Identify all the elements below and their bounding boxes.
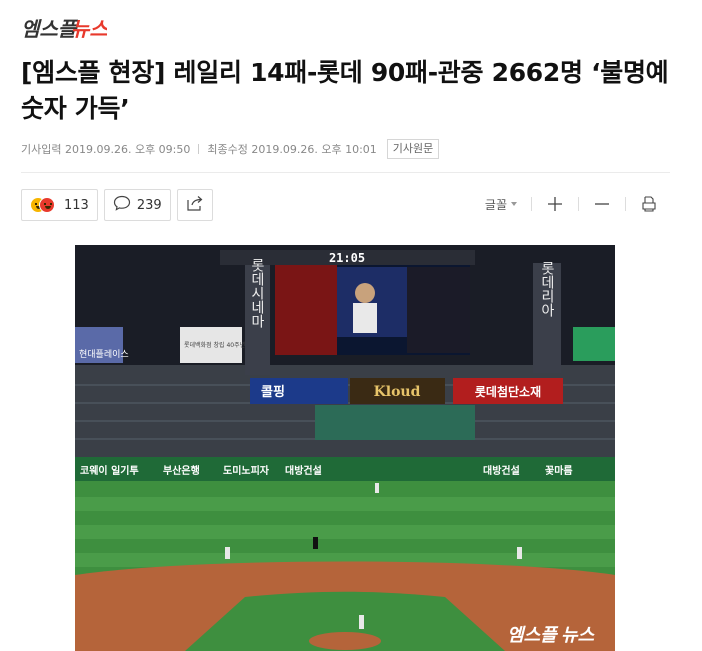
share-icon xyxy=(186,194,204,216)
comment-icon xyxy=(113,195,131,215)
plus-icon xyxy=(548,197,562,211)
ad-kolping: 콜핑 xyxy=(261,384,285,400)
chevron-down-icon xyxy=(511,202,517,206)
published-date: 기사입력 2019.09.26. 오후 09:50 xyxy=(21,143,191,156)
watermark-left: 엠스플 xyxy=(507,625,559,646)
ad-lotte-materials: 롯데첨단소재 xyxy=(475,384,541,399)
share-button[interactable] xyxy=(176,189,213,221)
print-icon xyxy=(642,196,656,212)
fence-ad-3: 도미노피자 xyxy=(223,464,270,477)
font-increase-button[interactable] xyxy=(546,195,564,213)
fence-ad-6: 꽃마름 xyxy=(545,464,573,477)
logo-text-right: 뉴스 xyxy=(71,17,107,41)
fence-ad-5: 대방건설 xyxy=(483,464,520,477)
font-decrease-button[interactable] xyxy=(593,195,611,213)
stadium-photo: 21:05 롯데시네마 롯데리아 콜핑 Kloud 롯데첨단소재 현대플레이스 … xyxy=(75,245,615,651)
right-vertical-sign: 롯데리아 xyxy=(539,261,555,317)
fence-ad-4: 대방건설 xyxy=(285,464,322,477)
minus-icon xyxy=(595,203,609,205)
reaction-count: 113 xyxy=(64,197,89,213)
font-setting-button[interactable]: 글꼴 xyxy=(485,196,517,213)
left-vertical-sign: 롯데시네마 xyxy=(249,258,265,328)
left-billboard-name: 현대플레이스 xyxy=(79,349,129,360)
reaction-button[interactable]: 113 xyxy=(21,189,98,221)
article-title: [엠스플 현장] 레일리 14패-롯데 90패-관중 2662명 ‘불명예 숫자… xyxy=(21,58,669,123)
meta-divider xyxy=(198,144,200,154)
comment-count: 239 xyxy=(136,197,162,213)
fence-ad-1: 코웨이 일기투 xyxy=(80,464,139,477)
site-logo[interactable]: 엠스플 뉴스 xyxy=(21,14,107,42)
article-meta: 기사입력 2019.09.26. 오후 09:50 최종수정 2019.09.2… xyxy=(21,139,440,159)
print-button[interactable] xyxy=(640,195,658,213)
article-tools: 글꼴 xyxy=(485,195,658,213)
header-divider xyxy=(21,172,670,173)
reaction-toolbar: 113 239 xyxy=(21,189,213,221)
article-photo: 21:05 롯데시네마 롯데리아 콜핑 Kloud 롯데첨단소재 현대플레이스 … xyxy=(75,245,615,651)
fence-ad-2: 부산은행 xyxy=(163,464,200,477)
emoji-reactions-icon xyxy=(30,196,58,214)
ad-kloud: Kloud xyxy=(374,384,421,400)
scoreboard-time: 21:05 xyxy=(329,251,365,265)
left-billboard-sub: 롯데백화점 창립 40주년 xyxy=(184,341,245,349)
comment-button[interactable]: 239 xyxy=(103,189,171,221)
font-label: 글꼴 xyxy=(484,197,507,212)
original-article-button[interactable]: 기사원문 xyxy=(386,139,440,159)
watermark-right: 뉴스 xyxy=(561,625,596,646)
modified-date: 최종수정 2019.09.26. 오후 10:01 xyxy=(207,143,377,156)
